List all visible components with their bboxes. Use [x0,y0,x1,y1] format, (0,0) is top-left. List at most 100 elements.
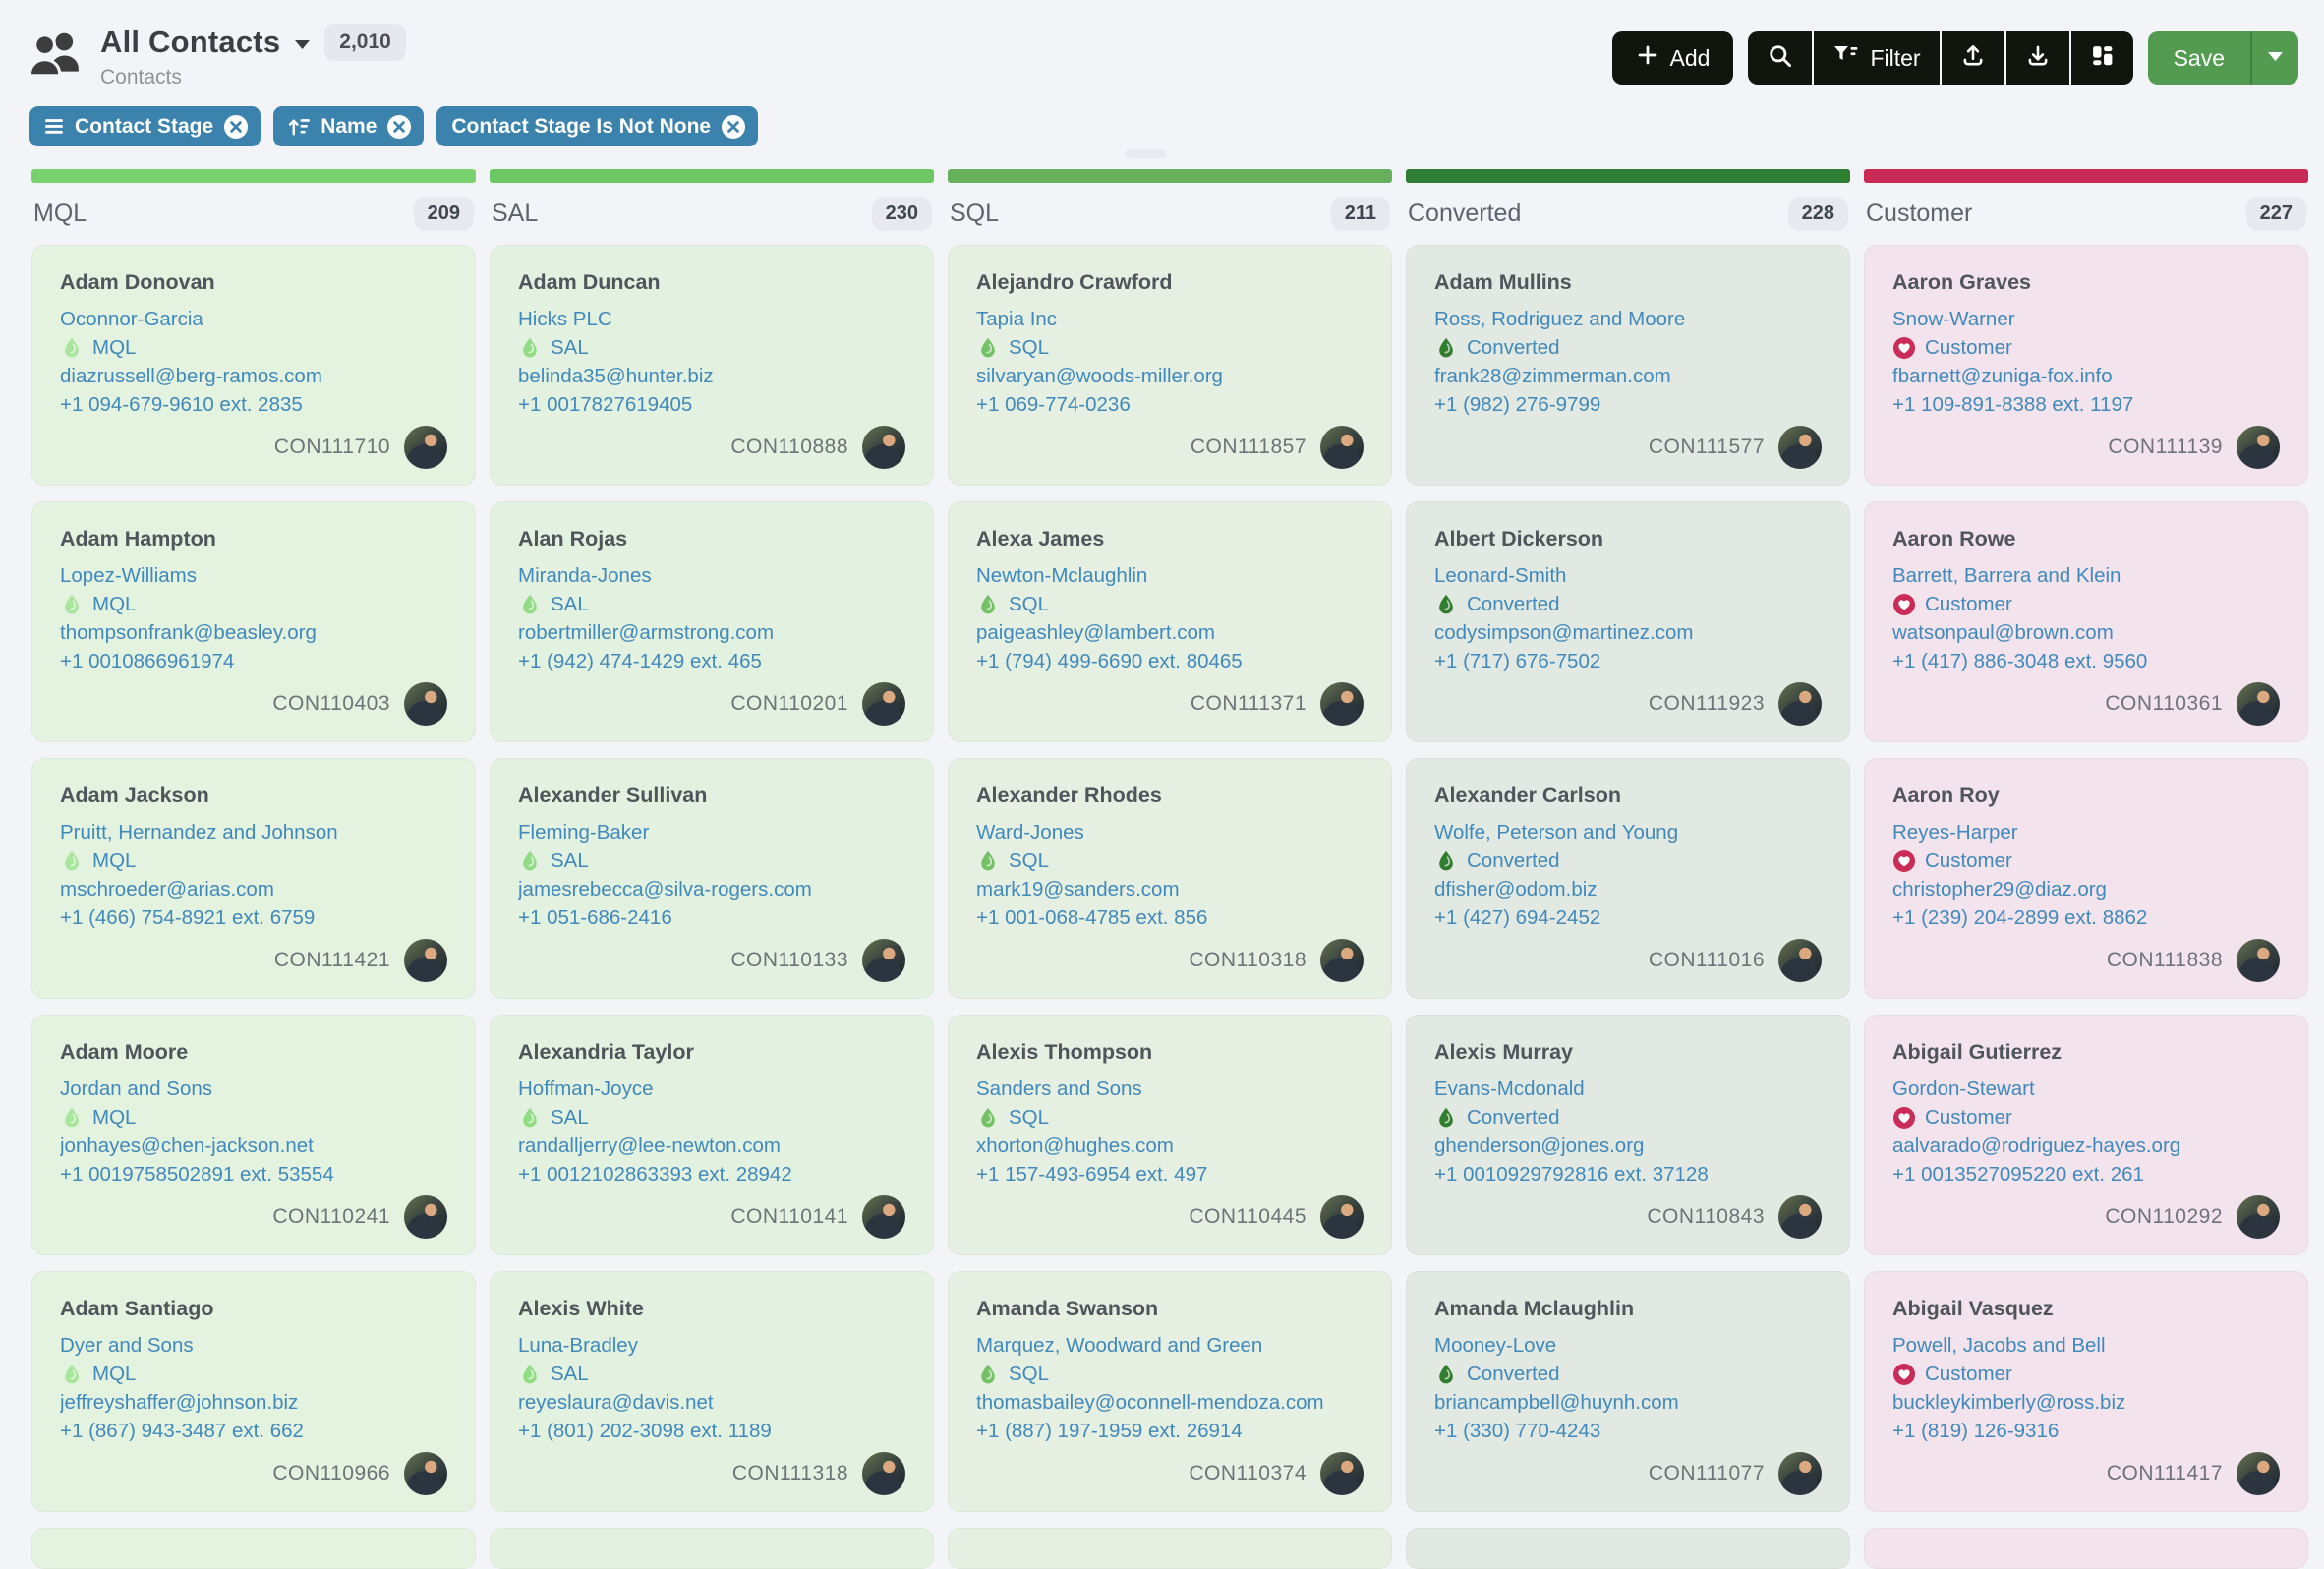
filter-chip-contact-stage-is-not-none[interactable]: Contact Stage Is Not None [436,106,759,146]
contact-phone-link[interactable]: +1 (801) 202-3098 ext. 1189 [518,1417,905,1445]
save-dropdown-button[interactable] [2250,31,2298,85]
avatar[interactable] [1778,939,1822,982]
contact-card[interactable]: Aaron Graves Snow-Warner Customer fbarnett@… [1864,245,2308,486]
contact-card[interactable]: Alexis White Luna-Bradley SAL reyeslaura@da… [490,1271,934,1512]
contact-email-link[interactable]: briancampbell@huynh.com [1434,1388,1822,1417]
avatar[interactable] [1320,939,1364,982]
search-button[interactable] [1748,31,1812,85]
avatar[interactable] [1778,426,1822,469]
avatar[interactable] [862,939,905,982]
contact-company-link[interactable]: Gordon-Stewart [1892,1075,2280,1103]
contact-card[interactable]: Alexis Murray Evans-Mcdonald Converted ghen… [1406,1015,1850,1255]
contact-phone-link[interactable]: +1 0019758502891 ext. 53554 [60,1160,447,1189]
close-icon[interactable] [223,114,249,140]
contact-card[interactable]: Amanda Mclaughlin Mooney-Love Converted bri… [1406,1271,1850,1512]
avatar[interactable] [862,1195,905,1239]
avatar[interactable] [862,682,905,726]
contact-phone-link[interactable]: +1 (717) 676-7502 [1434,647,1822,675]
contact-email-link[interactable]: silvaryan@woods-miller.org [976,362,1364,390]
contact-email-link[interactable]: thomasbailey@oconnell-mendoza.com [976,1388,1364,1417]
contact-email-link[interactable]: jamesrebecca@silva-rogers.com [518,875,905,903]
avatar[interactable] [404,939,447,982]
contact-company-link[interactable]: Tapia Inc [976,305,1364,333]
contact-company-link[interactable]: Wolfe, Peterson and Young [1434,818,1822,846]
horizontal-scrollbar-thumb[interactable] [1125,149,1166,158]
contact-card[interactable]: Aaron Roy Reyes-Harper Customer christopher… [1864,758,2308,999]
contact-company-link[interactable]: Dyer and Sons [60,1331,447,1360]
contact-card[interactable]: Adam Hampton Lopez-Williams MQL thompsonfra… [31,501,476,742]
close-icon[interactable] [386,114,412,140]
contact-email-link[interactable]: xhorton@hughes.com [976,1132,1364,1160]
avatar[interactable] [862,1452,905,1495]
contact-company-link[interactable]: Mooney-Love [1434,1331,1822,1360]
export-button[interactable] [2004,31,2069,85]
contact-email-link[interactable]: reyeslaura@davis.net [518,1388,905,1417]
contact-card[interactable]: Abigail Vasquez Powell, Jacobs and Bell Cu… [1864,1271,2308,1512]
contact-email-link[interactable]: ghenderson@jones.org [1434,1132,1822,1160]
contact-email-link[interactable]: robertmiller@armstrong.com [518,618,905,647]
avatar[interactable] [1778,682,1822,726]
contact-company-link[interactable]: Leonard-Smith [1434,561,1822,590]
contact-card[interactable]: Amanda Swanson Marquez, Woodward and Gree… [948,1271,1392,1512]
contact-company-link[interactable]: Snow-Warner [1892,305,2280,333]
contact-company-link[interactable]: Ward-Jones [976,818,1364,846]
contact-card[interactable]: Alexander Rhodes Ward-Jones SQL mark19@sand… [948,758,1392,999]
contact-card[interactable]: Alexandria Taylor Hoffman-Joyce SAL randall… [490,1015,934,1255]
contact-company-link[interactable]: Newton-Mclaughlin [976,561,1364,590]
contact-phone-link[interactable]: +1 (867) 943-3487 ext. 662 [60,1417,447,1445]
partial-card[interactable] [1864,1528,2308,1569]
contact-company-link[interactable]: Reyes-Harper [1892,818,2280,846]
avatar[interactable] [1320,426,1364,469]
import-button[interactable] [1939,31,2004,85]
filter-chip-name[interactable]: Name [273,106,425,146]
avatar[interactable] [1778,1452,1822,1495]
contact-company-link[interactable]: Luna-Bradley [518,1331,905,1360]
avatar[interactable] [404,1195,447,1239]
contact-phone-link[interactable]: +1 0010929792816 ext. 37128 [1434,1160,1822,1189]
contact-company-link[interactable]: Hoffman-Joyce [518,1075,905,1103]
contact-card[interactable]: Adam Jackson Pruitt, Hernandez and Johnso… [31,758,476,999]
avatar[interactable] [1320,682,1364,726]
filter-button[interactable]: Filter [1812,31,1939,85]
avatar[interactable] [1320,1452,1364,1495]
contact-phone-link[interactable]: +1 (982) 276-9799 [1434,390,1822,419]
contact-company-link[interactable]: Ross, Rodriguez and Moore [1434,305,1822,333]
avatar[interactable] [2237,939,2280,982]
contact-phone-link[interactable]: +1 (417) 886-3048 ext. 9560 [1892,647,2280,675]
contact-company-link[interactable]: Miranda-Jones [518,561,905,590]
partial-card[interactable] [31,1528,476,1569]
board-view-button[interactable] [2068,31,2133,85]
avatar[interactable] [2237,1452,2280,1495]
contact-phone-link[interactable]: +1 (942) 474-1429 ext. 465 [518,647,905,675]
contact-company-link[interactable]: Oconnor-Garcia [60,305,447,333]
view-dropdown-caret-icon[interactable] [294,39,311,50]
avatar[interactable] [2237,426,2280,469]
avatar[interactable] [404,682,447,726]
contact-card[interactable]: Alexander Carlson Wolfe, Peterson and You… [1406,758,1850,999]
contact-card[interactable]: Albert Dickerson Leonard-Smith Converted co… [1406,501,1850,742]
avatar[interactable] [2237,682,2280,726]
contact-email-link[interactable]: jeffreyshaffer@johnson.biz [60,1388,447,1417]
contact-phone-link[interactable]: +1 069-774-0236 [976,390,1364,419]
contact-email-link[interactable]: mschroeder@arias.com [60,875,447,903]
contact-phone-link[interactable]: +1 (794) 499-6690 ext. 80465 [976,647,1364,675]
contact-card[interactable]: Adam Santiago Dyer and Sons MQL jeffreyshaf… [31,1271,476,1512]
contact-phone-link[interactable]: +1 001-068-4785 ext. 856 [976,903,1364,932]
contact-phone-link[interactable]: +1 0010866961974 [60,647,447,675]
contact-email-link[interactable]: watsonpaul@brown.com [1892,618,2280,647]
contact-phone-link[interactable]: +1 094-679-9610 ext. 2835 [60,390,447,419]
contact-card[interactable]: Alexander Sullivan Fleming-Baker SAL jamesr… [490,758,934,999]
contact-company-link[interactable]: Jordan and Sons [60,1075,447,1103]
contact-email-link[interactable]: jonhayes@chen-jackson.net [60,1132,447,1160]
contact-company-link[interactable]: Marquez, Woodward and Green [976,1331,1364,1360]
contact-company-link[interactable]: Sanders and Sons [976,1075,1364,1103]
contact-email-link[interactable]: thompsonfrank@beasley.org [60,618,447,647]
contact-email-link[interactable]: fbarnett@zuniga-fox.info [1892,362,2280,390]
partial-card[interactable] [948,1528,1392,1569]
contact-company-link[interactable]: Lopez-Williams [60,561,447,590]
contact-email-link[interactable]: dfisher@odom.biz [1434,875,1822,903]
contact-company-link[interactable]: Powell, Jacobs and Bell [1892,1331,2280,1360]
avatar[interactable] [404,1452,447,1495]
contact-phone-link[interactable]: +1 0012102863393 ext. 28942 [518,1160,905,1189]
contact-card[interactable]: Adam Moore Jordan and Sons MQL jonhayes@che… [31,1015,476,1255]
